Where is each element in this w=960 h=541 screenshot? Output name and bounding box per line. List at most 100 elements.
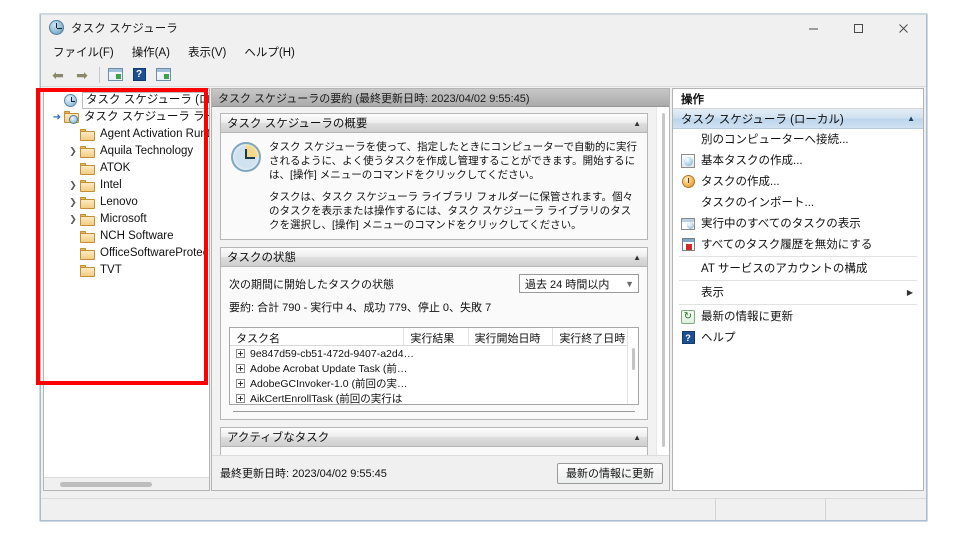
new-basic-task-icon (679, 154, 697, 168)
back-arrow-icon[interactable]: ⬅ (47, 65, 69, 85)
action-help[interactable]: ? ヘルプ (673, 327, 923, 348)
tool-bar: ⬅ ➡ ? (41, 63, 926, 87)
tree-node-task-scheduler-library[interactable]: ➜ タスク スケジューラ ライブラリ (48, 109, 209, 126)
actions-group-header[interactable]: タスク スケジューラ (ローカル) ▲ (673, 109, 923, 129)
expand-row-icon[interactable] (236, 364, 245, 373)
refresh-button[interactable]: 最新の情報に更新 (557, 463, 663, 484)
expander-collapsed-icon[interactable]: ❯ (66, 198, 80, 207)
action-import-task[interactable]: タスクのインポート... (673, 192, 923, 213)
expander-expanded-icon[interactable]: ➜ (50, 113, 64, 123)
actions-pane: 操作 タスク スケジューラ (ローカル) ▲ 別のコンピューターへ接続... 基… (672, 88, 924, 491)
tree-node-microsoft[interactable]: ❯ Microsoft (48, 211, 209, 228)
tree-horizontal-scrollbar[interactable] (44, 477, 209, 490)
table-row[interactable]: AikCertEnrollTask (前回の実行は (230, 391, 638, 405)
forward-arrow-icon[interactable]: ➡ (71, 65, 93, 85)
action-label: タスクのインポート... (701, 196, 814, 210)
menu-help[interactable]: ヘルプ(H) (240, 42, 302, 62)
period-dropdown[interactable]: 過去 24 時間以内 ▼ (519, 274, 639, 293)
row-task-name: 9e847d59-cb51-472d-9407-a2d4… (250, 348, 414, 360)
scrollbar-thumb[interactable] (60, 482, 152, 487)
overview-paragraph-1: タスク スケジューラを使って、指定したときにコンピューターで自動的に実行されるよ… (269, 140, 639, 182)
tree-node-aquila-technology[interactable]: ❯ Aquila Technology (48, 143, 209, 160)
tree-node-intel[interactable]: ❯ Intel (48, 177, 209, 194)
show-hide-action-pane-icon[interactable] (152, 65, 174, 85)
action-label: 別のコンピューターへ接続... (701, 133, 849, 147)
action-display-all-running-tasks[interactable]: 実行中のすべてのタスクの表示 (673, 213, 923, 234)
submenu-arrow-icon[interactable]: ▶ (907, 288, 913, 297)
tree-node-nch-software[interactable]: NCH Software (48, 228, 209, 245)
collapse-caret-icon[interactable]: ▲ (633, 253, 641, 262)
chevron-down-icon: ▼ (625, 279, 634, 289)
collapse-caret-icon[interactable]: ▲ (633, 119, 641, 128)
action-label: ヘルプ (701, 331, 736, 345)
table-row[interactable]: Adobe Acrobat Update Task (前… (230, 361, 638, 376)
menu-view[interactable]: 表示(V) (184, 42, 234, 62)
action-refresh[interactable]: ↻ 最新の情報に更新 (673, 306, 923, 327)
window-title: タスク スケジューラ (71, 20, 178, 36)
clock-icon (64, 94, 78, 108)
action-view-submenu[interactable]: 表示 ▶ (673, 282, 923, 303)
tree-node-label: Aquila Technology (99, 144, 194, 159)
overview-section-header[interactable]: タスク スケジューラの概要 ▲ (221, 114, 647, 133)
task-status-section-header[interactable]: タスクの状態 ▲ (221, 248, 647, 267)
menu-action[interactable]: 操作(A) (128, 42, 178, 62)
summary-content: タスク スケジューラの概要 ▲ タスク スケジューラを使って、指定したときにコン… (212, 107, 656, 455)
active-tasks-section-title: アクティブなタスク (227, 429, 329, 445)
folder-icon (80, 248, 95, 260)
table-row[interactable]: 9e847d59-cb51-472d-9407-a2d4… (230, 346, 638, 361)
toolbar-separator (99, 67, 100, 83)
expander-collapsed-icon[interactable]: ❯ (66, 215, 80, 224)
action-disable-all-tasks-history[interactable]: すべてのタスク履歴を無効にする (673, 234, 923, 255)
active-tasks-section-header[interactable]: アクティブなタスク ▲ (221, 428, 647, 447)
window-controls (791, 15, 926, 41)
column-header-task-name[interactable]: タスク名 (230, 328, 404, 345)
column-header-run-start[interactable]: 実行開始日時 (469, 328, 554, 345)
overview-text: タスク スケジューラを使って、指定したときにコンピューターで自動的に実行されるよ… (269, 140, 639, 232)
action-at-service-account-configuration[interactable]: AT サービスのアカウントの構成 (673, 258, 923, 279)
action-create-basic-task[interactable]: 基本タスクの作成... (673, 150, 923, 171)
folder-icon (80, 214, 95, 226)
overview-section: タスク スケジューラの概要 ▲ タスク スケジューラを使って、指定したときにコン… (220, 113, 648, 240)
summary-vertical-scrollbar[interactable] (656, 107, 669, 455)
collapse-caret-icon[interactable]: ▲ (907, 114, 915, 123)
folder-icon (80, 163, 95, 175)
task-status-grid[interactable]: タスク名 実行結果 実行開始日時 実行終了日時 9e847d59-cb51-47… (229, 327, 639, 405)
tree-node-task-scheduler-local[interactable]: タスク スケジューラ (ローカル) (48, 92, 209, 109)
library-folder-icon (64, 111, 79, 124)
refresh-icon: ↻ (679, 310, 697, 324)
actions-pane-title: 操作 (673, 89, 923, 109)
column-header-run-result[interactable]: 実行結果 (404, 328, 468, 345)
expand-row-icon[interactable] (236, 379, 245, 388)
scrollbar-thumb[interactable] (662, 113, 665, 447)
help-icon[interactable]: ? (128, 65, 150, 85)
tree-node-lenovo[interactable]: ❯ Lenovo (48, 194, 209, 211)
tree-node-label: Agent Activation Runt (99, 127, 210, 142)
column-header-run-end[interactable]: 実行終了日時 (553, 328, 638, 345)
action-connect-to-another-computer[interactable]: 別のコンピューターへ接続... (673, 129, 923, 150)
collapse-caret-icon[interactable]: ▲ (633, 433, 641, 442)
tree-node-tvt[interactable]: TVT (48, 262, 209, 279)
expand-row-icon[interactable] (236, 394, 245, 403)
action-create-task[interactable]: タスクの作成... (673, 171, 923, 192)
action-label: すべてのタスク履歴を無効にする (701, 238, 872, 252)
folder-icon (80, 180, 95, 192)
expander-collapsed-icon[interactable]: ❯ (66, 181, 80, 190)
menu-file[interactable]: ファイル(F) (49, 42, 122, 62)
close-button[interactable] (881, 15, 926, 41)
table-row[interactable]: AdobeGCInvoker-1.0 (前回の実… (230, 376, 638, 391)
grid-vertical-scrollbar[interactable] (627, 328, 638, 404)
period-label: 次の期間に開始したタスクの状態 (229, 276, 394, 292)
tree-node-agent-activation-runtime[interactable]: Agent Activation Runt (48, 126, 209, 143)
expand-row-icon[interactable] (236, 349, 245, 358)
show-hide-console-tree-icon[interactable] (104, 65, 126, 85)
maximize-button[interactable] (836, 15, 881, 41)
console-tree-pane[interactable]: タスク スケジューラ (ローカル) ➜ タスク スケジューラ ライブラリ (43, 88, 210, 491)
expander-collapsed-icon[interactable]: ❯ (66, 147, 80, 156)
scrollbar-thumb[interactable] (632, 348, 635, 370)
tree-node-officesoftwareprotect[interactable]: OfficeSoftwareProtect (48, 245, 209, 262)
actions-separator (679, 256, 917, 257)
title-bar: タスク スケジューラ (41, 15, 926, 41)
tree-node-atok[interactable]: ATOK (48, 160, 209, 177)
minimize-button[interactable] (791, 15, 836, 41)
task-scheduler-window: タスク スケジューラ ファイル(F) 操作(A) 表示(V) ヘルプ(H) (40, 14, 927, 521)
